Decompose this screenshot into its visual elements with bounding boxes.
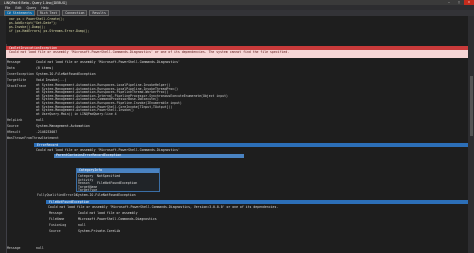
prop-key: HelpLink: [7, 118, 23, 122]
prop-value: -2146233087: [36, 130, 58, 134]
exception-property-grid: Message Could not load file or assembly …: [6, 60, 474, 253]
prop-row: Message null: [7, 246, 44, 250]
prop-row: Message Could not load file or assembly …: [6, 60, 474, 64]
prop-row: HResult -2146233087: [6, 130, 474, 134]
exception-message: Could not load file or assembly 'Microso…: [6, 50, 474, 58]
menu-file[interactable]: File: [5, 6, 10, 10]
prop-key: StackTrace: [7, 84, 27, 88]
inner-prop-row: Message Could not load file or assembly: [49, 211, 138, 215]
prop-key: InnerException: [7, 72, 34, 76]
prop-value: Void Invoke(...): [36, 78, 67, 82]
parent-exception-header[interactable]: ParentContainsErrorRecordException: [54, 153, 244, 158]
category-info-header[interactable]: CategoryInfo: [77, 168, 159, 173]
inner-prop-row: FileName Microsoft.PowerShell.Commands.D…: [49, 217, 157, 221]
prop-value: System.Management.Automation: [36, 124, 90, 128]
prop-value[interactable]: System.IO.FileNotFoundException: [36, 72, 96, 76]
inner-prop-row: FusionLog null: [49, 223, 86, 227]
inner-exception-header[interactable]: FileNotFoundException: [46, 200, 474, 204]
prop-key: HResult: [7, 130, 21, 134]
fqid-row: FullyQualifiedErrorId System.IO.FileNotF…: [37, 193, 136, 197]
category-row: TargetType: [78, 188, 98, 192]
code-editor[interactable]: var ps = PowerShell.Create(); ps.AddScri…: [6, 16, 474, 44]
prop-value: Could not load file or assembly 'Microso…: [36, 60, 180, 64]
prop-key: Source: [7, 124, 19, 128]
inner-prop-row: Source System.Private.CoreLib: [49, 229, 121, 233]
menu-edit[interactable]: Edit: [15, 6, 21, 10]
prop-row: WasThrownFromThrowStatement: [6, 136, 474, 140]
window-title: LINQPad 6 Beta - Query 1.linq [DEBUG]: [4, 0, 67, 5]
code-line[interactable]: if (ps.HadErrors) ps.Streams.Error.Dump(…: [9, 29, 471, 33]
prop-key: Message: [7, 60, 21, 64]
prop-value: null: [36, 118, 44, 122]
scrollbar-thumb[interactable]: [469, 76, 473, 136]
error-record-header[interactable]: ErrorRecord: [34, 143, 474, 147]
prop-row: Source System.Management.Automation: [6, 124, 474, 128]
stack-trace: at System.Management.Automation.Runspace…: [36, 83, 228, 116]
prop-row: TargetSite Void Invoke(...): [6, 78, 474, 82]
prop-row: Data (0 items): [6, 66, 474, 70]
error-record-message: Could not load file or assembly 'Microso…: [36, 148, 180, 152]
menu-query[interactable]: Query: [27, 6, 37, 10]
vertical-scrollbar[interactable]: [468, 16, 474, 253]
was-thrown-label: WasThrownFromThrowStatement: [7, 136, 59, 140]
prop-row: InnerException System.IO.FileNotFoundExc…: [6, 72, 474, 76]
prop-value[interactable]: (0 items): [36, 66, 53, 70]
prop-key: Data: [7, 66, 15, 70]
category-info-box: CategoryInfo Category NotSpecified Activ…: [76, 168, 160, 192]
prop-key: TargetSite: [7, 78, 27, 82]
inner-exception-message: Could not load file or assembly 'Microso…: [48, 205, 279, 209]
prop-row: HelpLink null: [6, 118, 474, 122]
menu-help[interactable]: Help: [41, 6, 48, 10]
